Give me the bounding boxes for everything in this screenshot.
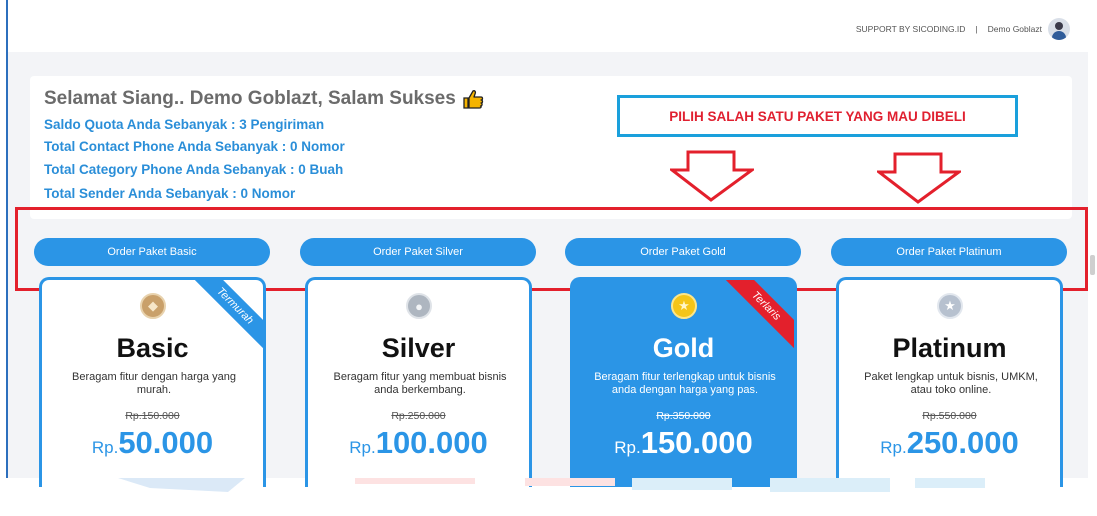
page: SUPPORT BY SICODING.ID | Demo Goblazt Se… (0, 0, 1097, 516)
old-price: Rp.150.000 (125, 410, 180, 422)
avatar-head (1055, 22, 1063, 30)
plan-card-platinum: ★ Platinum Paket lengkap untuk bisnis, U… (836, 277, 1063, 487)
plan-description: Beragam fitur terlengkap untuk bisnis an… (594, 371, 776, 396)
username[interactable]: Demo Goblazt (988, 24, 1042, 34)
plan-description: Beragam fitur yang membuat bisnis anda b… (333, 371, 507, 396)
stat-category: Total Category Phone Anda Sebanyak : 0 B… (44, 162, 344, 177)
plan-name: Gold (652, 333, 715, 363)
scrollbar-thumb[interactable] (1090, 255, 1095, 275)
price-value: 100.000 (375, 425, 488, 460)
price: Rp.100.000 (308, 425, 529, 461)
old-price: Rp.550.000 (922, 410, 977, 422)
plan-name: Basic (116, 333, 189, 363)
currency: Rp. (880, 438, 907, 457)
thumbs-up-icon (463, 90, 483, 109)
plan-card-silver: ● Silver Beragam fitur yang membuat bisn… (305, 277, 532, 487)
left-accent-bar (6, 0, 8, 478)
currency: Rp. (91, 438, 119, 457)
plan-description: Paket lengkap untuk bisnis, UMKM, atau t… (864, 371, 1038, 396)
scrollbar-track[interactable] (1088, 0, 1097, 478)
down-arrow-icon (877, 152, 961, 204)
silver-medal-icon: ● (406, 293, 432, 319)
platinum-medal-icon: ★ (937, 293, 963, 319)
separator: | (975, 24, 978, 34)
welcome-title-text: Selamat Siang.. Demo Goblazt, Salam Suks… (44, 88, 456, 109)
avatar-body (1052, 31, 1066, 40)
stat-sender: Total Sender Anda Sebanyak : 0 Nomor (44, 186, 296, 201)
plan-description: Beragam fitur dengan harga yang murah. (72, 371, 236, 396)
plan-card-basic: Termurah ◆ Basic Beragam fitur dengan ha… (39, 277, 266, 487)
price: Rp.50.000 (42, 425, 263, 461)
plan-name: Platinum (892, 333, 1007, 363)
price-value: 50.000 (118, 425, 214, 460)
welcome-title: Selamat Siang.. Demo Goblazt, Salam Suks… (44, 88, 484, 110)
stat-contact: Total Contact Phone Anda Sebanyak : 0 No… (44, 139, 345, 154)
price-value: 250.000 (906, 425, 1019, 460)
price-value: 150.000 (640, 425, 753, 460)
plan-name: Silver (381, 333, 456, 363)
support-text[interactable]: SUPPORT BY SICODING.ID (856, 24, 966, 34)
price: Rp.250.000 (839, 425, 1060, 461)
plan-card-gold: Terlaris ★ Gold Beragam fitur terlengkap… (570, 277, 797, 487)
old-price: Rp.250.000 (391, 410, 446, 422)
currency: Rp. (349, 438, 376, 457)
user-area[interactable]: SUPPORT BY SICODING.ID | Demo Goblazt (856, 18, 1070, 40)
top-bar: SUPPORT BY SICODING.ID | Demo Goblazt (8, 0, 1088, 52)
price: Rp.150.000 (573, 425, 794, 461)
stat-quota: Saldo Quota Anda Sebanyak : 3 Pengiriman (44, 117, 325, 132)
old-price: Rp.350.000 (656, 410, 711, 422)
watermark-graphic (118, 478, 985, 492)
bronze-medal-icon: ◆ (140, 293, 166, 319)
currency: Rp. (614, 438, 641, 457)
avatar[interactable] (1048, 18, 1070, 40)
instruction-callout: PILIH SALAH SATU PAKET YANG MAU DIBELI (617, 95, 1018, 137)
gold-medal-icon: ★ (671, 293, 697, 319)
down-arrow-icon (670, 150, 754, 202)
